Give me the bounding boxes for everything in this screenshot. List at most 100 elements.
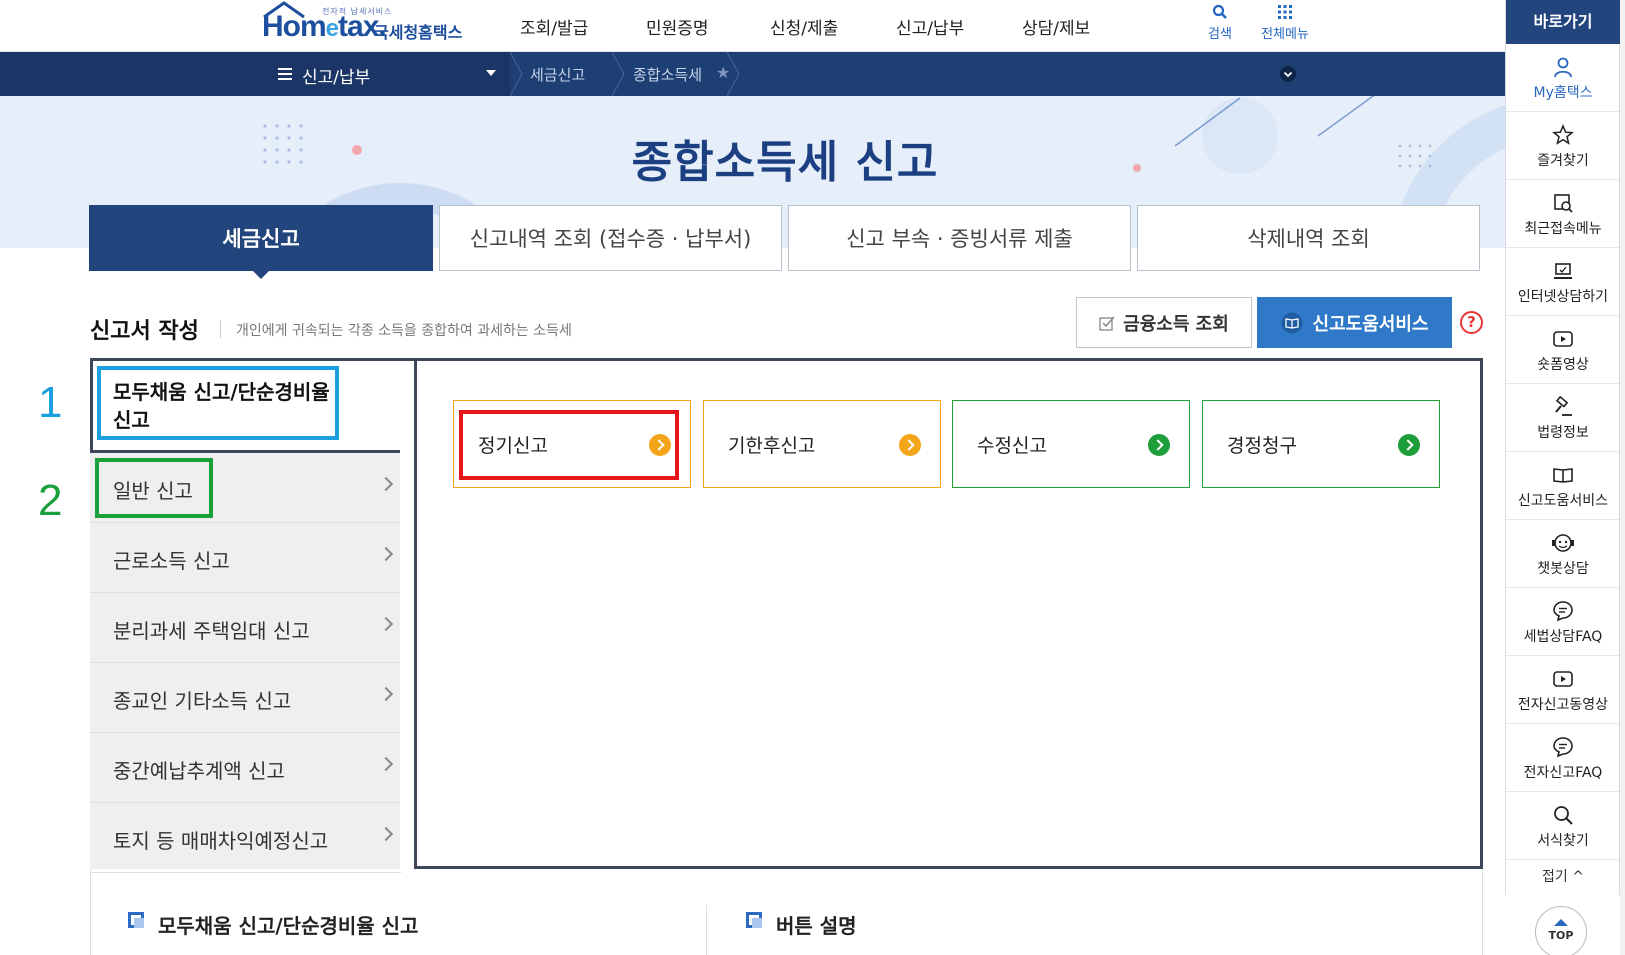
square-bullet-icon [128,912,144,928]
breadcrumb-item-tax-filing[interactable]: 세금신고 [530,64,585,85]
tab-filing-history[interactable]: 신고내역 조회 (접수증 · 납부서) [439,205,782,271]
magnifier-icon [1554,806,1573,825]
caret-down-icon [486,70,496,76]
quick-menu-fold-button[interactable]: 접기 ^ [1506,866,1620,886]
checkbox-edit-icon [1099,316,1115,331]
breadcrumb-expand-icon[interactable] [1280,66,1296,82]
quick-menu-title: 바로가기 [1506,0,1620,44]
breadcrumb-menu-selector[interactable]: 신고/납부 [0,52,510,96]
quick-menu: 바로가기 My홈택스 즐겨찾기 최근접속메뉴 인터넷상담하기 숏폼영상 법령정보… [1505,0,1620,895]
quick-item-law-info[interactable]: 법령정보 [1506,384,1620,452]
nav-item-application[interactable]: 신청/제출 [770,14,838,39]
gavel-icon [1555,396,1572,416]
chat-bubble-icon [1553,601,1573,622]
menu-item-earned-income[interactable]: 근로소득 신고 [90,523,401,593]
quick-item-form-search[interactable]: 서식찾기 [1506,792,1620,860]
annotation-number-2: 2 [38,476,63,525]
bottom-divider [706,905,707,955]
annotation-box-blue [97,366,339,440]
chevron-right-icon [378,756,394,772]
laptop-icon [1554,263,1572,279]
tab-deleted-history[interactable]: 삭제내역 조회 [1137,205,1480,271]
nav-item-consult[interactable]: 상담/제보 [1022,14,1090,39]
arrow-up-icon [1554,919,1568,926]
breadcrumb-separator-icon [612,52,625,96]
nav-item-inquiry[interactable]: 조회/발급 [520,14,588,39]
late-filing-card[interactable]: 기한후신고 [703,400,941,488]
menu-item-housing-rental[interactable]: 분리과세 주택임대 신고 [90,593,401,663]
chevron-right-icon [378,546,394,562]
amended-filing-label: 수정신고 [977,435,1047,457]
breadcrumb-separator-icon [510,52,523,96]
scroll-top-label: TOP [1548,929,1574,942]
hometax-logo[interactable]: 전자적 납세서비스 Hometax. 국세청홈택스 [262,0,462,46]
annotation-box-red [459,410,679,480]
active-tab-pointer [252,270,270,279]
quick-item-efiling-faq[interactable]: 전자신고FAQ [1506,724,1620,792]
section-description: 개인에게 귀속되는 각종 소득을 종합하여 과세하는 소득세 [236,323,572,339]
search-icon [1212,4,1227,19]
chevron-right-icon [378,476,394,492]
arrow-right-circle-icon [899,434,921,456]
menu-item-interim-prepayment[interactable]: 중간예납추계액 신고 [90,733,401,803]
breadcrumb-separator-icon [727,52,740,96]
arrow-right-circle-icon [1398,434,1420,456]
quick-item-chatbot[interactable]: 챗봇상담 [1506,520,1620,588]
menu-item-religious-income[interactable]: 종교인 기타소득 신고 [90,663,401,733]
quick-item-efiling-video[interactable]: 전자신고동영상 [1506,656,1620,724]
filing-help-service-button[interactable]: 신고도움서비스 [1257,297,1452,348]
scroll-top-button[interactable]: TOP [1535,906,1587,955]
chatbot-icon [1552,534,1574,552]
help-question-icon[interactable]: ? [1460,311,1483,334]
financial-income-inquiry-button[interactable]: 금융소득 조회 [1076,297,1252,348]
top-header: 전자적 납세서비스 Hometax. 국세청홈택스 조회/발급 민원증명 신청/… [0,0,1625,52]
bottom-heading-prefilled: 모두채움 신고/단순경비율 신고 [158,914,419,938]
late-filing-label: 기한후신고 [728,435,816,457]
menu-item-land-trade-gain[interactable]: 토지 등 매매차익예정신고 [90,803,401,873]
chevron-right-icon [378,616,394,632]
quick-item-recent-menu[interactable]: 최근접속메뉴 [1506,180,1620,248]
all-menu-label: 전체메뉴 [1261,27,1309,42]
book-icon [1553,468,1573,483]
all-menu-button[interactable]: 전체메뉴 [1255,4,1315,42]
chat-bubble-icon [1553,737,1573,758]
logo-wordmark: Hometax. [262,10,387,43]
quick-item-online-consult[interactable]: 인터넷상담하기 [1506,248,1620,316]
square-bullet-icon [746,912,762,928]
recent-menu-icon [1554,194,1573,213]
nav-item-filing[interactable]: 신고/납부 [896,14,964,39]
star-icon [1552,124,1574,145]
person-icon [1554,57,1572,78]
book-icon [1281,312,1303,333]
amended-filing-card[interactable]: 수정신고 [952,400,1190,488]
breadcrumb-item-income-tax[interactable]: 종합소득세 [633,64,702,85]
section-divider [220,320,221,338]
annotation-box-green [95,458,213,518]
logo-subtitle: 국세청홈택스 [374,23,463,42]
chevron-right-icon [378,826,394,842]
page-title: 종합소득세 신고 [631,137,939,188]
search-label: 검색 [1208,27,1232,42]
tab-supporting-documents[interactable]: 신고 부속 · 증빙서류 제출 [788,205,1131,271]
hamburger-icon [278,68,292,80]
breadcrumb-menu-title: 신고/납부 [302,68,371,88]
quick-item-favorites[interactable]: 즐겨찾기 [1506,112,1620,180]
grid-icon [1278,5,1292,19]
quick-item-filing-help[interactable]: 신고도움서비스 [1506,452,1620,520]
menu-edge-spacer [400,450,414,869]
bottom-heading-button-guide: 버튼 설명 [776,914,857,938]
quick-item-shorts[interactable]: 숏폼영상 [1506,316,1620,384]
tab-tax-filing[interactable]: 세금신고 [89,205,433,271]
correction-claim-label: 경정청구 [1227,435,1297,457]
nav-item-certificate[interactable]: 민원증명 [646,14,709,39]
quick-item-tax-law-faq[interactable]: 세법상담FAQ [1506,588,1620,656]
play-icon [1553,331,1573,347]
video-icon [1553,671,1573,687]
filing-help-service-label: 신고도움서비스 [1312,313,1429,335]
quick-item-my-hometax[interactable]: My홈택스 [1506,44,1620,112]
search-button[interactable]: 검색 [1195,4,1245,42]
window-scrollbar-edge [1620,0,1625,955]
arrow-right-circle-icon [1148,434,1170,456]
financial-income-inquiry-label: 금융소득 조회 [1123,313,1229,335]
correction-claim-card[interactable]: 경정청구 [1202,400,1440,488]
